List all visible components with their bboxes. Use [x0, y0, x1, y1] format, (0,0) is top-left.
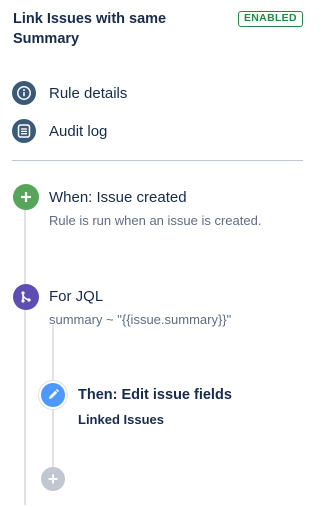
nav-rule-details[interactable]: Rule details	[12, 80, 127, 106]
branch-icon[interactable]	[13, 284, 39, 310]
nav-rule-details-label: Rule details	[49, 84, 128, 102]
action-title[interactable]: Then: Edit issue fields	[78, 387, 232, 403]
divider	[12, 160, 303, 161]
add-component-plus-icon[interactable]	[41, 467, 65, 491]
timeline-line	[24, 205, 26, 505]
list-icon	[12, 119, 36, 143]
nav-audit-log[interactable]: Audit log	[12, 118, 107, 144]
status-badge: ENABLED	[238, 11, 303, 27]
branch-description: summary ~ "{{issue.summary}}"	[49, 312, 232, 327]
nav-audit-log-label: Audit log	[49, 122, 108, 140]
rule-panel: Link Issues with same Summary ENABLED Ru…	[0, 0, 322, 507]
rule-title: Link Issues with same Summary	[13, 11, 167, 47]
action-description: Linked Issues	[78, 412, 164, 427]
branch-title[interactable]: For JQL	[49, 288, 103, 305]
trigger-title[interactable]: When: Issue created	[49, 189, 187, 206]
info-icon	[12, 81, 36, 105]
trigger-description: Rule is run when an issue is created.	[49, 213, 262, 228]
pencil-icon[interactable]	[39, 381, 67, 409]
trigger-plus-icon[interactable]	[13, 184, 39, 210]
